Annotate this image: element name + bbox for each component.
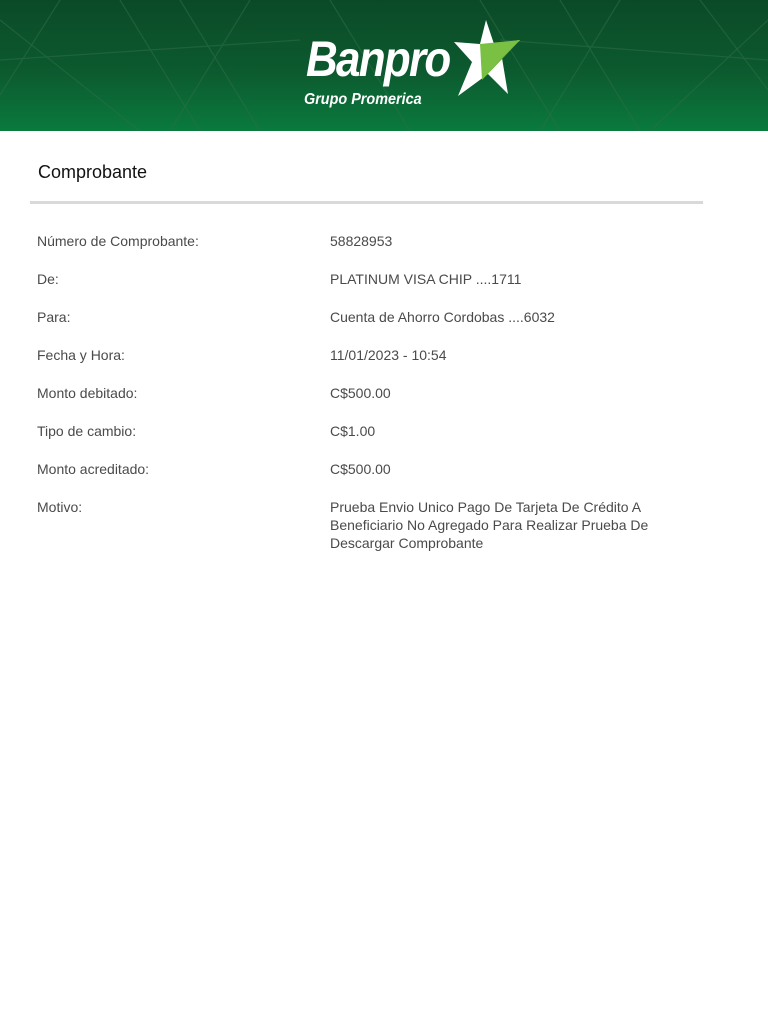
receipt-row-from: De: PLATINUM VISA CHIP ....1711 xyxy=(0,270,768,288)
receipt-row-to: Para: Cuenta de Ahorro Cordobas ....6032 xyxy=(0,308,768,326)
row-value: 58828953 xyxy=(330,233,393,249)
title-divider xyxy=(30,201,703,204)
receipt-details: Número de Comprobante: 58828953 De: PLAT… xyxy=(0,232,768,572)
receipt-row-credited: Monto acreditado: C$500.00 xyxy=(0,460,768,478)
receipt-row-datetime: Fecha y Hora: 11/01/2023 - 10:54 xyxy=(0,346,768,364)
row-label: Para: xyxy=(37,309,71,325)
logo-subtitle: Grupo Promerica xyxy=(304,91,422,108)
row-label: Monto acreditado: xyxy=(37,461,150,477)
receipt-row-exchange-rate: Tipo de cambio: C$1.00 xyxy=(0,422,768,440)
header-banner: Banpro Grupo Promerica xyxy=(0,0,768,131)
row-value: Cuenta de Ahorro Cordobas ....6032 xyxy=(330,309,555,325)
logo-wordmark: Banpro xyxy=(306,31,451,87)
row-value: PLATINUM VISA CHIP ....1711 xyxy=(330,271,522,287)
row-label: Fecha y Hora: xyxy=(37,347,125,363)
row-label: Número de Comprobante: xyxy=(37,233,199,249)
row-label: Tipo de cambio: xyxy=(37,423,137,439)
banpro-logo: Banpro Grupo Promerica xyxy=(302,18,524,113)
receipt-row-reason: Motivo: Prueba Envio Unico Pago De Tarje… xyxy=(0,498,768,552)
row-value: C$500.00 xyxy=(330,461,391,477)
row-label: Monto debitado: xyxy=(37,385,138,401)
receipt-row-number: Número de Comprobante: 58828953 xyxy=(0,232,768,250)
row-value: 11/01/2023 - 10:54 xyxy=(330,347,447,363)
row-value: C$1.00 xyxy=(330,423,376,439)
row-value: C$500.00 xyxy=(330,385,391,401)
receipt-row-debited: Monto debitado: C$500.00 xyxy=(0,384,768,402)
star-icon xyxy=(454,20,520,96)
row-value: Prueba Envio Unico Pago De Tarjeta De Cr… xyxy=(330,499,649,551)
row-label: De: xyxy=(37,271,59,287)
page-title: Comprobante xyxy=(38,162,148,182)
row-label: Motivo: xyxy=(37,499,83,515)
